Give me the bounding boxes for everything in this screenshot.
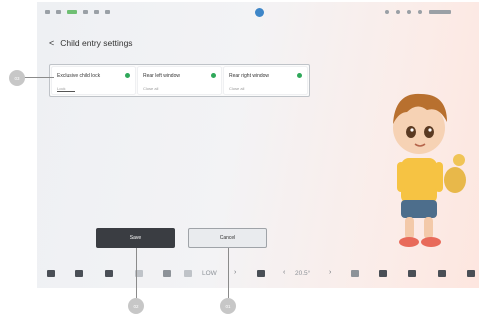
status-bar bbox=[37, 2, 479, 22]
home-icon[interactable] bbox=[47, 270, 55, 277]
temperature-icon bbox=[385, 10, 389, 14]
cancel-button[interactable]: Cancel bbox=[188, 228, 267, 248]
back-icon[interactable]: < bbox=[49, 38, 54, 48]
media-icon[interactable] bbox=[379, 270, 387, 277]
fan-icon[interactable] bbox=[184, 270, 192, 277]
fan-speed-increase[interactable]: › bbox=[234, 269, 236, 276]
settings-icon[interactable] bbox=[407, 10, 411, 14]
option-subtitle: Close all bbox=[143, 86, 159, 91]
option-card-child-lock[interactable]: Exclusive child lock Lock bbox=[52, 67, 135, 94]
bottom-dock: LOW › ‹ 20.5° › bbox=[37, 264, 479, 286]
callout-leader-line bbox=[24, 77, 54, 78]
infotainment-screen: < Child entry settings Exclusive child l… bbox=[37, 2, 479, 288]
wifi-icon bbox=[83, 10, 88, 14]
bluetooth-icon bbox=[94, 10, 99, 14]
temperature-decrease[interactable]: ‹ bbox=[283, 269, 285, 276]
user-icon[interactable] bbox=[396, 10, 400, 14]
option-title: Exclusive child lock bbox=[57, 73, 101, 79]
clock-icon bbox=[429, 10, 451, 14]
temperature-value[interactable]: 20.5° bbox=[295, 270, 310, 277]
music-icon[interactable] bbox=[408, 270, 416, 277]
option-title: Rear left window bbox=[143, 73, 180, 79]
callout-leader-line bbox=[228, 248, 229, 298]
fan-speed-value[interactable]: LOW bbox=[202, 270, 217, 277]
option-card-rear-right-window[interactable]: Rear right window Close all bbox=[224, 67, 307, 94]
child-character-illustration bbox=[393, 93, 466, 247]
assistant-icon[interactable] bbox=[255, 8, 264, 17]
save-button[interactable]: Save bbox=[96, 228, 175, 248]
child-entry-options-panel: Exclusive child lock Lock Rear left wind… bbox=[49, 64, 310, 97]
status-indicator bbox=[297, 73, 302, 78]
notification-icon bbox=[105, 10, 110, 14]
callout-marker: 03 bbox=[9, 70, 25, 86]
selection-underline bbox=[57, 91, 75, 92]
status-indicator bbox=[125, 73, 130, 78]
callout-leader-line bbox=[136, 248, 137, 298]
signal-icon bbox=[45, 10, 50, 14]
car-icon[interactable] bbox=[75, 270, 83, 277]
callout-marker: 01 bbox=[220, 298, 236, 314]
seat-heat-icon[interactable] bbox=[257, 270, 265, 277]
status-right-group bbox=[385, 10, 451, 14]
option-title: Rear right window bbox=[229, 73, 270, 79]
network-icon bbox=[56, 10, 61, 14]
apps-icon[interactable] bbox=[438, 270, 446, 277]
more-icon[interactable] bbox=[418, 10, 422, 14]
battery-icon bbox=[67, 10, 77, 14]
temperature-increase[interactable]: › bbox=[329, 269, 331, 276]
page-header: < Child entry settings bbox=[49, 38, 133, 48]
wiper-icon[interactable] bbox=[351, 270, 359, 277]
option-card-rear-left-window[interactable]: Rear left window Close all bbox=[138, 67, 221, 94]
option-subtitle: Close all bbox=[229, 86, 245, 91]
volume-icon[interactable] bbox=[467, 270, 475, 277]
status-indicator bbox=[211, 73, 216, 78]
toy-giraffe-icon bbox=[444, 167, 466, 193]
page-title: Child entry settings bbox=[60, 38, 133, 48]
phone-icon[interactable] bbox=[163, 270, 171, 277]
seat-icon[interactable] bbox=[105, 270, 113, 277]
callout-marker: 02 bbox=[128, 298, 144, 314]
status-left-group bbox=[45, 10, 110, 14]
